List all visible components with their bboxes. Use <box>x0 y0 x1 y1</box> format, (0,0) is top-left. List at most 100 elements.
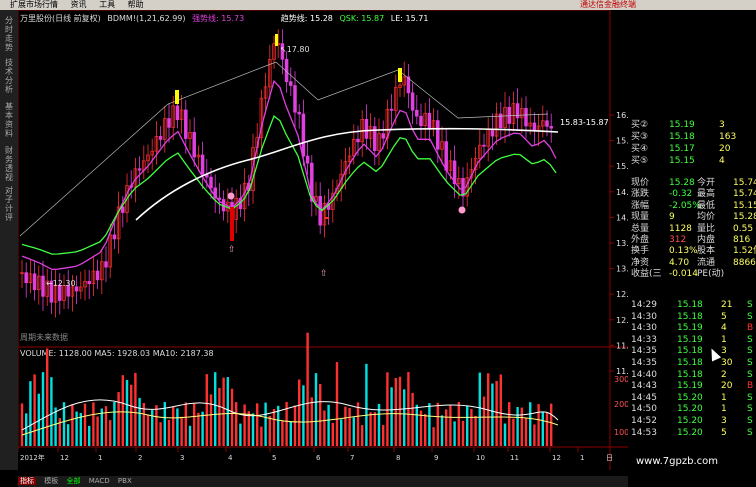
volume-bar <box>33 374 36 446</box>
volume-bar <box>533 424 536 446</box>
volume-bar <box>306 332 309 446</box>
candle-body <box>318 196 322 226</box>
candle-body <box>427 112 432 129</box>
candle-body <box>364 118 369 139</box>
menu-help[interactable]: 帮助 <box>128 0 144 10</box>
volume-bar <box>537 404 540 446</box>
tick-side: S <box>747 427 753 438</box>
chart-frame <box>18 10 611 448</box>
tick-volume: 4 <box>721 323 727 334</box>
bid-volume: 20 <box>719 144 731 154</box>
stat-value: 816 <box>733 235 751 245</box>
tab-financials[interactable]: 财务透视 <box>2 146 16 182</box>
signal-yellow-marker <box>175 90 179 104</box>
volume-bar <box>445 409 448 446</box>
kline-chart[interactable]: 16.00 15.50 15.00 14.50 14.00 13.50 13.00 12.50… <box>18 10 628 478</box>
candle-body <box>419 115 423 126</box>
volume-bar <box>541 411 544 446</box>
candle-body <box>415 109 419 117</box>
volume-bar <box>218 387 221 446</box>
tick-time: 14:33 <box>631 334 657 345</box>
volume-bar <box>243 404 246 446</box>
menu-extended-quotes[interactable]: 扩展市场行情 <box>10 0 58 10</box>
tick-price: 15.18 <box>677 346 703 357</box>
volume-bar <box>453 421 456 446</box>
candle-body <box>24 272 28 284</box>
candle-body <box>356 138 360 143</box>
bid-label: 买⑤ <box>631 156 649 166</box>
volume-bar <box>205 374 208 446</box>
volume-bar <box>46 348 49 446</box>
volume-bar <box>251 413 255 446</box>
tick-volume: 30 <box>721 358 733 368</box>
low-price-label: ←12.30 <box>46 279 76 288</box>
date-tick-label: 2 <box>138 454 142 462</box>
tab-template[interactable]: 模板 <box>44 477 58 485</box>
volume-bar <box>298 379 301 446</box>
volume-bar <box>20 403 24 446</box>
volume-bar <box>50 377 53 446</box>
candle-body <box>444 141 448 171</box>
tick-side: S <box>747 369 753 380</box>
tab-pbx[interactable]: PBX <box>118 477 132 485</box>
tab-fundamentals[interactable]: 基本资料 <box>2 102 16 138</box>
volume-bar <box>260 426 263 446</box>
tick-side: S <box>747 311 753 322</box>
date-tick-label: 12 <box>552 454 561 462</box>
volume-bar <box>277 405 280 446</box>
promo-banner[interactable]: 通达信金融终端 <box>580 0 636 10</box>
stat-row: 外盘 312 内盘 816 <box>629 235 756 246</box>
menu-news[interactable]: 资讯 <box>71 0 87 10</box>
bid-price: 15.17 <box>669 144 695 154</box>
date-tick-label: 6 <box>316 454 321 462</box>
bid-price: 15.19 <box>669 120 695 130</box>
volume-bar <box>529 402 532 446</box>
tab-all[interactable]: 全部 <box>66 477 80 485</box>
stat-value: 15.15 <box>733 200 756 211</box>
tick-side: S <box>747 300 753 310</box>
tab-macd[interactable]: MACD <box>89 477 110 485</box>
volume-bar <box>134 372 137 446</box>
volume-bar <box>403 389 406 446</box>
volume-bar <box>356 402 360 446</box>
tick-price: 15.18 <box>677 358 703 368</box>
date-tick-label: 1 <box>98 454 102 462</box>
tick-volume: 3 <box>721 346 727 357</box>
volume-bar <box>352 417 355 446</box>
stat-value: 1128 <box>669 223 692 234</box>
tab-intraday[interactable]: 分时走势 <box>2 16 16 52</box>
bid-volume: 4 <box>719 156 725 166</box>
tick-row: 14:53 15.20 5 S <box>629 428 756 439</box>
volume-header: VOLUME: 1128.00 MA5: 1928.03 MA10: 2187.… <box>20 349 214 358</box>
tick-side: S <box>747 358 753 368</box>
stat-label: 涨跌 <box>631 189 650 200</box>
stat-value: 4.70 <box>669 257 690 268</box>
stat-label: 今开 <box>697 178 716 188</box>
volume-bar <box>323 410 326 446</box>
bid-row: 买④ 15.17 20 <box>629 144 756 155</box>
candle-body <box>175 105 180 121</box>
volume-bar <box>524 417 528 446</box>
menu-tools[interactable]: 工具 <box>99 0 115 10</box>
volume-bar <box>109 420 112 446</box>
bid-label: 买③ <box>631 132 649 142</box>
tick-time: 14:35 <box>631 358 657 368</box>
volume-bar <box>71 404 74 446</box>
candle-body <box>137 168 142 171</box>
bid-row: 买③ 15.18 163 <box>629 132 756 143</box>
volume-bar <box>344 406 347 446</box>
stat-value: 0.13% <box>669 246 698 257</box>
date-tick-label: 5 <box>272 454 276 462</box>
volume-bar <box>314 373 318 446</box>
side-tab-bar: 分时走势 技术分析 基本资料 财务透视 对子计评 <box>0 10 18 470</box>
tab-rating[interactable]: 对子计评 <box>2 186 16 222</box>
tab-technical[interactable]: 技术分析 <box>2 58 16 94</box>
menu-bar: 扩展市场行情 资讯 工具 帮助 通达信金融终端 <box>0 0 756 10</box>
high-price-label: ↖17.80 <box>280 45 310 54</box>
quote-panel: 买② 15.19 3 买③ 15.18 163 买④ 15.17 20 买⑤ 15.15 4 现价 15.… <box>629 112 756 442</box>
stat-value: 15.74 <box>733 189 756 200</box>
stat-label: 换手 <box>631 246 650 257</box>
tab-indicator[interactable]: 指标 <box>18 477 36 485</box>
volume-bar <box>432 427 435 446</box>
stat-value: 1.52亿 <box>733 246 756 257</box>
